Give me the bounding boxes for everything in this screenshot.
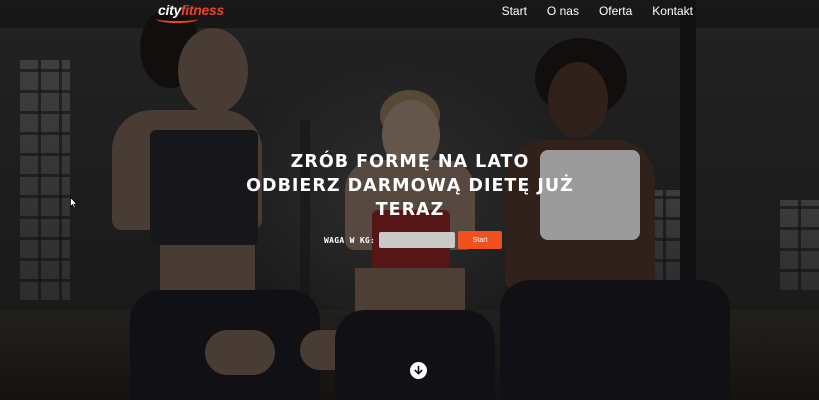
nav-item-kontakt[interactable]: Kontakt <box>652 4 693 18</box>
nav-item-o-nas[interactable]: O nas <box>547 4 579 18</box>
arrow-down-circle-icon[interactable] <box>410 362 427 379</box>
weight-input[interactable] <box>379 232 456 248</box>
nav-item-start[interactable]: Start <box>502 4 527 18</box>
mouse-cursor-icon <box>70 196 78 214</box>
city-fitness-logo[interactable]: city fitness <box>156 2 224 23</box>
main-nav: Start O nas Oferta Kontakt <box>482 4 693 18</box>
headline-line-1: ZRÓB FORMĘ NA LATO <box>290 152 530 172</box>
headline-line-2: ODBIERZ DARMOWĄ DIETĘ JUŻ <box>246 176 574 196</box>
hero-headline: ZRÓB FORMĘ NA LATO ODBIERZ DARMOWĄ DIETĘ… <box>240 150 580 222</box>
weight-label: WAGA W KG: <box>324 235 376 245</box>
headline-line-3: TERAZ <box>375 200 445 220</box>
logo-swoosh-icon <box>156 15 198 23</box>
nav-item-oferta[interactable]: Oferta <box>599 4 632 18</box>
start-button[interactable]: Start <box>458 231 503 249</box>
weight-form: WAGA W KG: Start <box>324 231 503 249</box>
